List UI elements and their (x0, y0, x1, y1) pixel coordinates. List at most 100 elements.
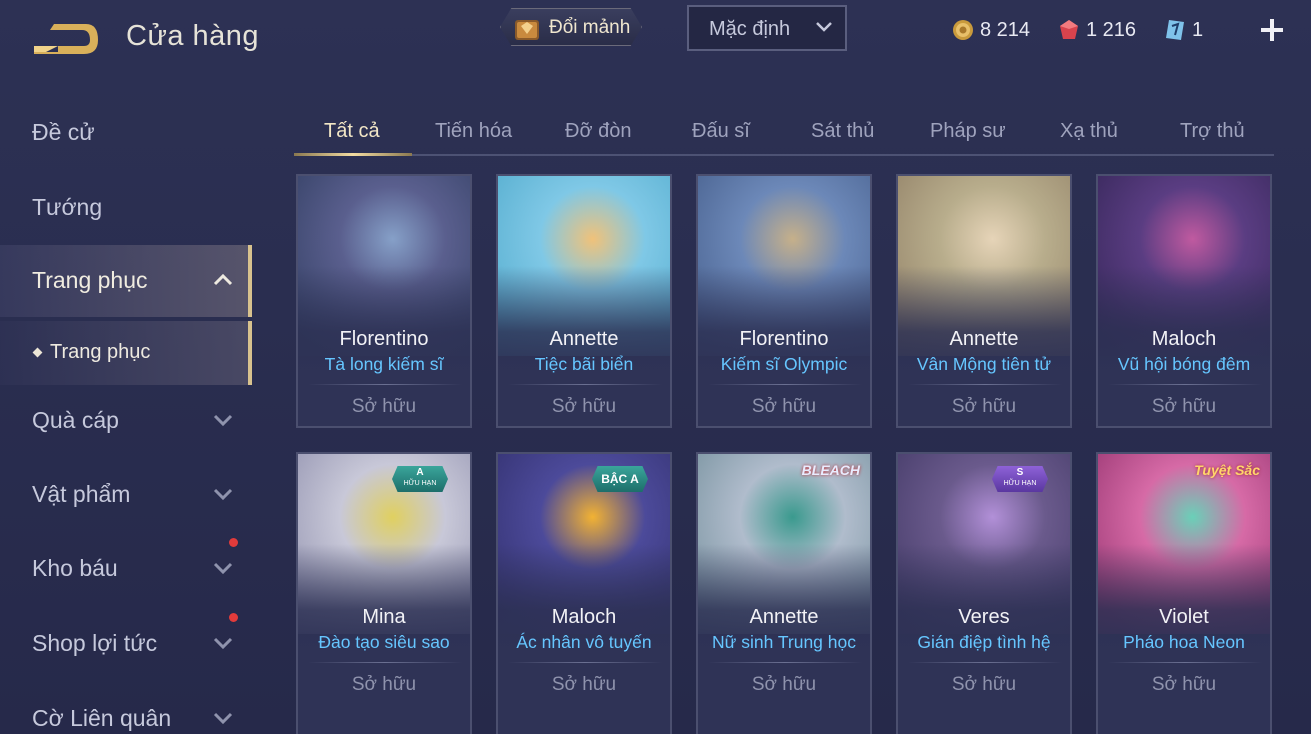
tier-badge-note: HỮU HẠN (1003, 480, 1037, 487)
ownership-status: Sở hữu (551, 674, 617, 695)
ownership-status: Sở hữu (351, 674, 417, 695)
card-divider (508, 662, 662, 663)
chevron-down-icon (213, 414, 233, 427)
exchange-fragments-button[interactable]: Đổi mảnh (500, 8, 642, 46)
tier-badge: A HỮU HẠN (392, 466, 448, 492)
tab-assassin[interactable]: Sát thủ (811, 120, 874, 143)
hero-name: Annette (749, 606, 819, 628)
ownership-status: Sở hữu (551, 396, 617, 417)
skin-card[interactable]: A HỮU HẠN Mina Đào tạo siêu sao Sở hữu (296, 452, 472, 734)
skin-card[interactable]: BLEACH Annette Nữ sinh Trung học Sở hữu (696, 452, 872, 734)
skin-name: Gián điệp tình hệ (917, 632, 1051, 652)
collab-logo: Tuyệt Sắc (1194, 462, 1260, 478)
tab-fighter[interactable]: Đấu sĩ (692, 120, 750, 143)
sidebar-subitem-label: Trang phục (50, 341, 151, 363)
tab-all[interactable]: Tất cả (324, 120, 380, 143)
sidebar-item-label: Kho báu (32, 555, 118, 581)
sort-dropdown[interactable]: Mặc định (687, 5, 847, 51)
notification-dot (229, 538, 238, 547)
tab-support[interactable]: Trợ thủ (1180, 120, 1245, 143)
sidebar-item-recommended[interactable]: Đề cử (0, 97, 252, 169)
sidebar-item-label: Vật phẩm (32, 481, 131, 507)
tab-mage[interactable]: Pháp sư (930, 120, 1006, 143)
fragment-chest-icon (515, 20, 539, 40)
hero-name: Maloch (1151, 328, 1217, 350)
sidebar-item-label: Đề cử (32, 119, 95, 145)
chevron-down-icon (213, 562, 233, 575)
card-divider (308, 384, 462, 385)
bullet-icon (32, 347, 43, 358)
notification-dot (229, 613, 238, 622)
skin-card[interactable]: Annette Vân Mộng tiên tử Sở hữu (896, 174, 1072, 428)
tier-badge-grade: A (416, 467, 424, 478)
add-currency-button[interactable] (1258, 16, 1286, 44)
hero-name: Violet (1159, 606, 1209, 628)
ownership-status: Sở hữu (751, 674, 817, 695)
card-divider (908, 662, 1062, 663)
hero-name: Veres (958, 606, 1010, 628)
tier-badge-grade: S (1016, 467, 1024, 478)
skin-card[interactable]: Maloch Vũ hội bóng đêm Sở hữu (1096, 174, 1272, 428)
card-divider (1108, 384, 1262, 385)
ownership-status: Sở hữu (1151, 674, 1217, 695)
back-arrow-icon (34, 24, 98, 54)
skin-card[interactable]: Tuyệt Sắc Violet Pháo hoa Neon Sở hữu (1096, 452, 1272, 734)
sidebar-item-label: Shop lợi tức (32, 630, 158, 656)
sidebar-item-skins[interactable]: Trang phục (0, 245, 252, 317)
skin-card[interactable]: Florentino Kiếm sĩ Olympic Sở hữu (696, 174, 872, 428)
hero-name: Florentino (739, 328, 829, 350)
tab-marksman[interactable]: Xạ thủ (1060, 120, 1118, 143)
category-tabs: Tất cả Tiến hóa Đỡ đòn Đấu sĩ Sát thủ Ph… (294, 108, 1274, 156)
sidebar-item-label: Trang phục (32, 267, 148, 293)
sidebar-subitem-skins[interactable]: Trang phục (0, 321, 252, 385)
hero-name: Annette (949, 328, 1019, 350)
sidebar-item-treasure[interactable]: Kho báu (0, 533, 252, 605)
skin-card[interactable]: Florentino Tà long kiếm sĩ Sở hữu (296, 174, 472, 428)
ownership-status: Sở hữu (751, 396, 817, 417)
tab-tank[interactable]: Đỡ đòn (565, 120, 631, 143)
page-title: Cửa hàng (126, 20, 260, 52)
chevron-up-icon (213, 273, 233, 286)
sidebar: Đề cử Tướng Trang phục Trang phục Quà cá… (0, 95, 252, 734)
card-divider (708, 662, 862, 663)
active-tab-indicator (294, 153, 412, 156)
sidebar-item-profit-shop[interactable]: Shop lợi tức (0, 608, 252, 680)
voucher-card-icon (1166, 20, 1184, 40)
back-button[interactable] (30, 22, 98, 56)
ownership-status: Sở hữu (1151, 396, 1217, 417)
skin-name: Nữ sinh Trung học (711, 632, 856, 652)
sidebar-item-items[interactable]: Vật phẩm (0, 459, 252, 531)
skin-card[interactable]: BẬC A Maloch Ác nhân vô tuyến Sở hữu (496, 452, 672, 734)
top-bar: Cửa hàng Đổi mảnh Mặc định 8 214 1 216 1 (0, 0, 1311, 70)
skin-card[interactable]: Annette Tiệc bãi biển Sở hữu (496, 174, 672, 428)
collab-logo: BLEACH (801, 462, 860, 478)
skin-name: Tiệc bãi biển (534, 354, 634, 374)
skin-name: Kiếm sĩ Olympic (720, 354, 848, 374)
skin-name: Tà long kiếm sĩ (324, 354, 444, 374)
skin-card[interactable]: S HỮU HẠN Veres Gián điệp tình hệ Sở hữu (896, 452, 1072, 734)
ownership-status: Sở hữu (951, 396, 1017, 417)
sidebar-item-label: Quà cáp (32, 407, 119, 433)
sidebar-item-gifts[interactable]: Quà cáp (0, 385, 252, 457)
gem-balance: 1 216 (1058, 16, 1136, 44)
sidebar-item-heroes[interactable]: Tướng (0, 172, 252, 244)
skin-name: Pháo hoa Neon (1123, 632, 1245, 652)
sidebar-item-chess[interactable]: Cờ Liên quân (0, 683, 252, 734)
chevron-down-icon (213, 712, 233, 725)
card-divider (708, 384, 862, 385)
card-divider (1108, 662, 1262, 663)
tier-badge-note: HỮU HẠN (403, 480, 437, 487)
skin-name: Vân Mộng tiên tử (916, 354, 1052, 374)
gold-balance: 8 214 (952, 16, 1030, 44)
voucher-balance: 1 (1164, 16, 1203, 44)
chevron-down-icon (213, 637, 233, 650)
sidebar-item-label: Tướng (32, 194, 103, 220)
skin-name: Đào tạo siêu sao (318, 632, 450, 652)
hero-name: Annette (549, 328, 619, 350)
sidebar-item-label: Cờ Liên quân (32, 705, 172, 731)
tab-evolution[interactable]: Tiến hóa (435, 120, 512, 143)
ownership-status: Sở hữu (951, 674, 1017, 695)
exchange-fragments-label: Đổi mảnh (549, 17, 631, 38)
gold-amount: 8 214 (980, 18, 1031, 41)
card-divider (508, 384, 662, 385)
